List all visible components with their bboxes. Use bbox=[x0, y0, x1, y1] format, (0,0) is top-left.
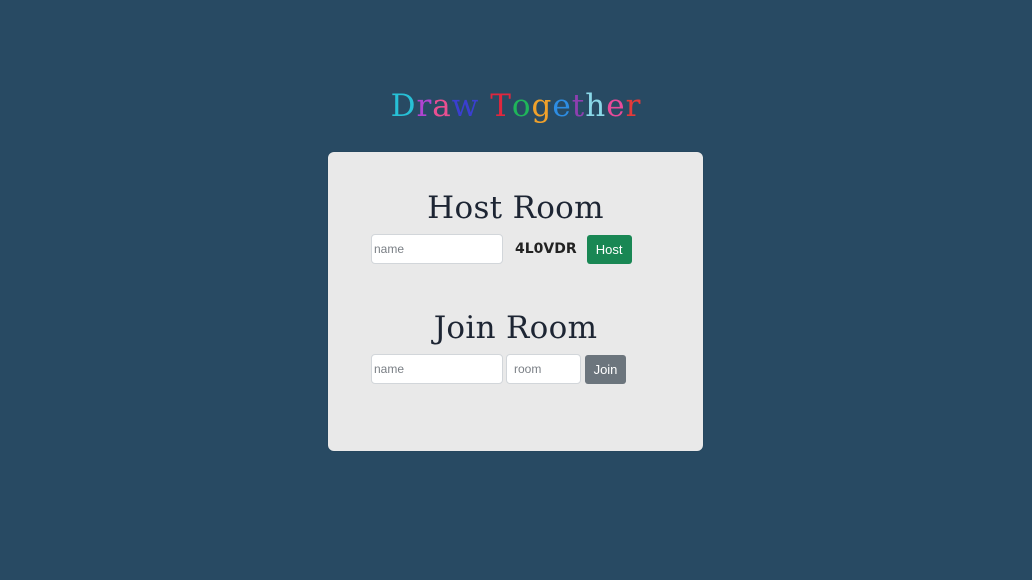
host-room-title: Host Room bbox=[427, 190, 604, 226]
join-room-form: Join bbox=[371, 354, 626, 384]
join-room-input[interactable] bbox=[506, 354, 581, 384]
host-room-form: 4L0VDR Host bbox=[371, 234, 632, 264]
logo-letter: w bbox=[451, 88, 480, 124]
app-root: Draw Together Host Room 4L0VDR Host Join… bbox=[0, 0, 1032, 580]
room-card: Host Room 4L0VDR Host Join Room Join bbox=[328, 152, 703, 451]
logo-letter: h bbox=[585, 88, 607, 124]
join-button[interactable]: Join bbox=[585, 354, 626, 384]
host-button[interactable]: Host bbox=[586, 234, 632, 264]
join-name-input[interactable] bbox=[371, 354, 503, 384]
logo-letter: r bbox=[416, 88, 433, 124]
host-name-input[interactable] bbox=[371, 234, 503, 264]
join-room-title: Join Room bbox=[433, 310, 598, 346]
logo-letter: D bbox=[390, 88, 417, 124]
logo-letter: o bbox=[511, 88, 532, 124]
logo-letter bbox=[479, 82, 490, 130]
room-code: 4L0VDR bbox=[515, 241, 577, 257]
logo-letter: r bbox=[625, 88, 642, 124]
logo-letter: a bbox=[432, 88, 452, 124]
logo-letter: e bbox=[552, 88, 572, 124]
logo-letter: g bbox=[531, 88, 553, 124]
logo-letter: T bbox=[490, 88, 512, 124]
app-logo: Draw Together bbox=[0, 82, 1032, 130]
logo-letter: t bbox=[571, 88, 586, 124]
logo-letter: e bbox=[606, 88, 626, 124]
